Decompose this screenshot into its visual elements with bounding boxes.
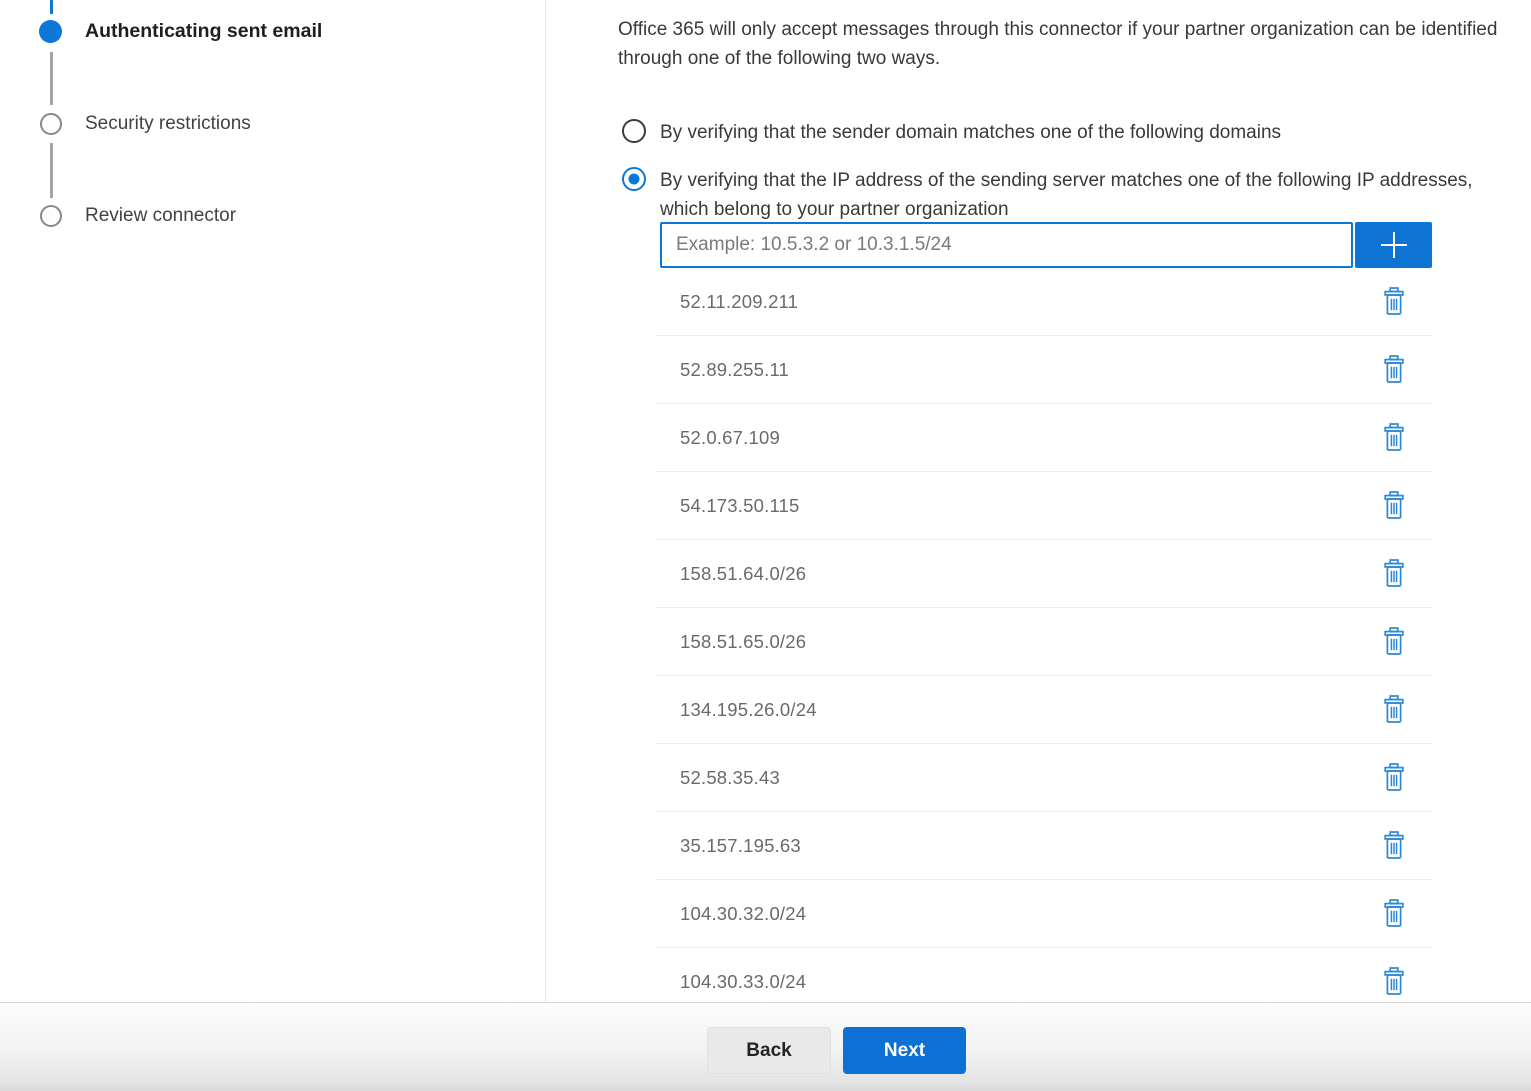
trash-icon (1382, 287, 1406, 316)
main-content: Office 365 will only accept messages thr… (546, 0, 1531, 1002)
trash-icon (1382, 899, 1406, 928)
ip-list-row: 104.30.32.0/24 (656, 880, 1432, 948)
delete-ip-button[interactable] (1379, 761, 1409, 795)
delete-ip-button[interactable] (1379, 829, 1409, 863)
step-connector (50, 143, 53, 198)
ip-address-value: 52.89.255.11 (656, 359, 789, 381)
wizard-steps-panel: Authenticating sent email Security restr… (0, 0, 546, 1002)
ip-address-value: 52.0.67.109 (656, 427, 780, 449)
radio-option-label: By verifying that the IP address of the … (660, 166, 1480, 224)
delete-ip-button[interactable] (1379, 625, 1409, 659)
step-indicator-icon (40, 113, 62, 135)
delete-ip-button[interactable] (1379, 489, 1409, 523)
intro-text: Office 365 will only accept messages thr… (618, 15, 1530, 73)
ip-address-value: 35.157.195.63 (656, 835, 801, 857)
ip-list-row: 35.157.195.63 (656, 812, 1432, 880)
ip-address-value: 52.11.209.211 (656, 291, 798, 313)
step-connector-above (50, 0, 53, 14)
delete-ip-button[interactable] (1379, 693, 1409, 727)
delete-ip-button[interactable] (1379, 353, 1409, 387)
ip-list-row: 52.89.255.11 (656, 336, 1432, 404)
ip-list-row: 52.11.209.211 (656, 268, 1432, 336)
trash-icon (1382, 763, 1406, 792)
ip-address-value: 52.58.35.43 (656, 767, 780, 789)
delete-ip-button[interactable] (1379, 897, 1409, 931)
step-indicator-icon (40, 205, 62, 227)
trash-icon (1382, 355, 1406, 384)
delete-ip-button[interactable] (1379, 421, 1409, 455)
delete-ip-button[interactable] (1379, 285, 1409, 319)
wizard-step-authenticating-sent-email[interactable]: Authenticating sent email (85, 20, 322, 43)
delete-ip-button[interactable] (1379, 557, 1409, 591)
ip-list-row: 52.58.35.43 (656, 744, 1432, 812)
radio-selected-icon[interactable] (622, 167, 646, 191)
wizard-step-security-restrictions[interactable]: Security restrictions (85, 113, 251, 135)
trash-icon (1382, 559, 1406, 588)
ip-address-value: 158.51.65.0/26 (656, 631, 806, 653)
ip-address-value: 54.173.50.115 (656, 495, 800, 517)
ip-list-row: 54.173.50.115 (656, 472, 1432, 540)
ip-list-row: 52.0.67.109 (656, 404, 1432, 472)
next-button[interactable]: Next (843, 1027, 966, 1074)
add-ip-button[interactable] (1355, 222, 1432, 268)
trash-icon (1382, 423, 1406, 452)
trash-icon (1382, 831, 1406, 860)
plus-icon (1378, 229, 1410, 261)
wizard-step-review-connector[interactable]: Review connector (85, 205, 236, 227)
delete-ip-button[interactable] (1379, 965, 1409, 999)
step-connector (50, 52, 53, 105)
wizard-footer: Back Next (0, 1002, 1531, 1091)
ip-address-value: 104.30.32.0/24 (656, 903, 806, 925)
ip-address-value: 134.195.26.0/24 (656, 699, 817, 721)
trash-icon (1382, 695, 1406, 724)
ip-list-row: 158.51.64.0/26 (656, 540, 1432, 608)
step-indicator-active-icon (39, 20, 62, 43)
ip-list-row: 158.51.65.0/26 (656, 608, 1432, 676)
back-button[interactable]: Back (707, 1027, 831, 1074)
ip-list: 52.11.209.211 52.89.255.11 (656, 268, 1432, 1002)
ip-address-value: 104.30.33.0/24 (656, 971, 806, 993)
ip-list-row: 134.195.26.0/24 (656, 676, 1432, 744)
ip-address-value: 158.51.64.0/26 (656, 563, 806, 585)
trash-icon (1382, 967, 1406, 996)
radio-option-label: By verifying that the sender domain matc… (660, 118, 1420, 147)
trash-icon (1382, 627, 1406, 656)
ip-list-row: 104.30.33.0/24 (656, 948, 1432, 1002)
ip-address-input[interactable] (660, 222, 1353, 268)
radio-unselected-icon[interactable] (622, 119, 646, 143)
trash-icon (1382, 491, 1406, 520)
